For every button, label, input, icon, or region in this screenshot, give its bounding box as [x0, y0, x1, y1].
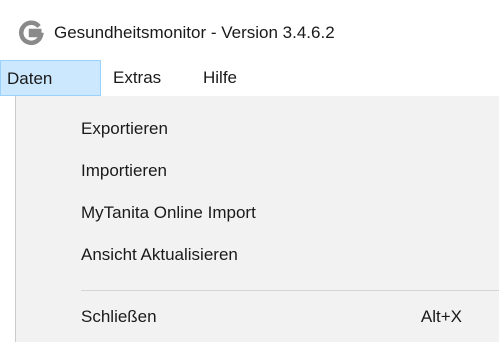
daten-dropdown-menu: Exportieren Importieren MyTanita Online …: [15, 96, 499, 342]
menu-item-label: Exportieren: [81, 119, 168, 138]
menu-hilfe[interactable]: Hilfe: [203, 60, 237, 96]
menu-item-ansicht-aktualisieren[interactable]: Ansicht Aktualisieren: [16, 235, 499, 275]
menu-item-label: Importieren: [81, 161, 167, 180]
menu-item-shortcut: Alt+X: [420, 307, 462, 326]
menu-separator: [81, 290, 499, 291]
menu-item-exportieren[interactable]: Exportieren: [16, 109, 499, 149]
menu-bar: Daten Extras Hilfe: [0, 60, 499, 96]
menu-extras[interactable]: Extras: [113, 60, 161, 96]
menu-item-label: Schließen: [81, 307, 157, 326]
window-title: Gesundheitsmonitor - Version 3.4.6.2: [54, 23, 335, 42]
menu-daten[interactable]: Daten: [0, 60, 101, 96]
menu-item-schliessen[interactable]: Schließen Alt+X: [16, 297, 499, 337]
title-bar: Gesundheitsmonitor - Version 3.4.6.2: [0, 0, 499, 60]
app-logo-icon: [16, 18, 46, 48]
menu-item-label: Ansicht Aktualisieren: [81, 245, 238, 264]
menu-item-mytanita-online-import[interactable]: MyTanita Online Import: [16, 193, 499, 233]
menu-item-label: MyTanita Online Import: [81, 203, 256, 222]
menu-item-importieren[interactable]: Importieren: [16, 151, 499, 191]
